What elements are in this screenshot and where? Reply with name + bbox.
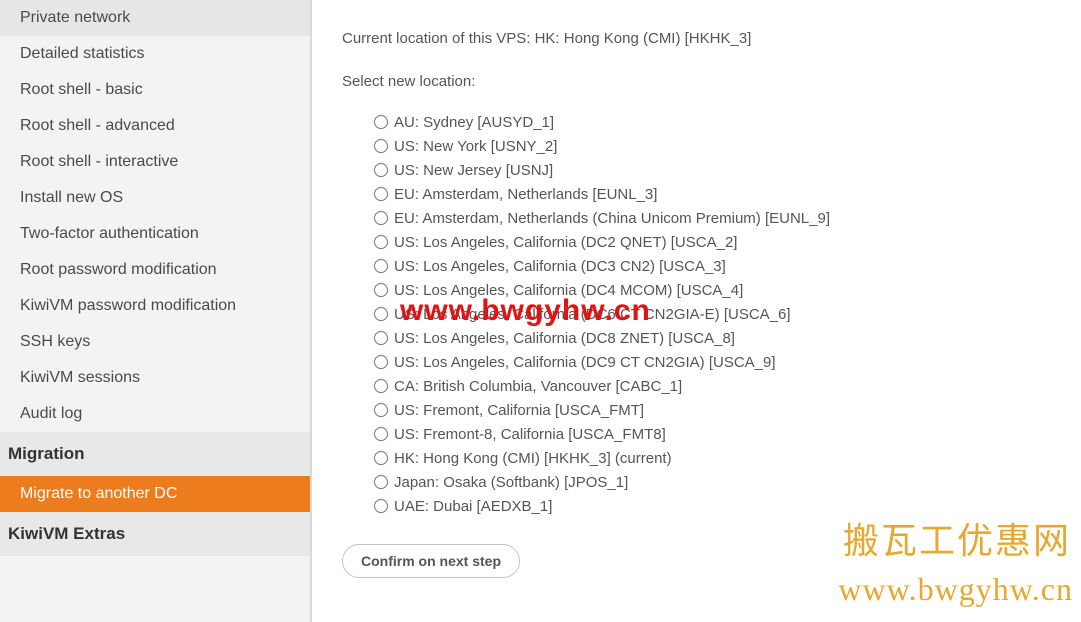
location-label: EU: Amsterdam, Netherlands (China Unicom… xyxy=(394,210,830,227)
location-radio[interactable] xyxy=(374,403,388,417)
location-option[interactable]: US: Los Angeles, California (DC6 CT CN2G… xyxy=(374,302,1071,326)
location-label: AU: Sydney [AUSYD_1] xyxy=(394,114,554,131)
location-radio[interactable] xyxy=(374,475,388,489)
sidebar-item[interactable]: Root password modification xyxy=(0,252,310,288)
location-label: US: Los Angeles, California (DC8 ZNET) [… xyxy=(394,330,735,347)
sidebar-item[interactable]: Detailed statistics xyxy=(0,36,310,72)
main-panel: Current location of this VPS: HK: Hong K… xyxy=(312,0,1081,622)
location-label: US: New York [USNY_2] xyxy=(394,138,557,155)
location-option[interactable]: HK: Hong Kong (CMI) [HKHK_3] (current) xyxy=(374,446,1071,470)
location-radio[interactable] xyxy=(374,427,388,441)
current-location-text: Current location of this VPS: HK: Hong K… xyxy=(342,30,1071,47)
location-option-list: AU: Sydney [AUSYD_1] US: New York [USNY_2… xyxy=(374,110,1071,518)
sidebar-section-extras: KiwiVM Extras xyxy=(0,512,310,556)
location-radio[interactable] xyxy=(374,235,388,249)
location-option[interactable]: US: New Jersey [USNJ] xyxy=(374,158,1071,182)
location-label: US: Los Angeles, California (DC9 CT CN2G… xyxy=(394,354,776,371)
location-label: US: Fremont, California [USCA_FMT] xyxy=(394,402,644,419)
location-label: UAE: Dubai [AEDXB_1] xyxy=(394,498,552,515)
location-radio[interactable] xyxy=(374,499,388,513)
sidebar-item-migrate[interactable]: Migrate to another DC xyxy=(0,476,310,512)
location-radio[interactable] xyxy=(374,307,388,321)
location-label: HK: Hong Kong (CMI) [HKHK_3] (current) xyxy=(394,450,672,467)
sidebar-section-migration: Migration xyxy=(0,432,310,476)
sidebar-item[interactable]: Private network xyxy=(0,0,310,36)
location-label: US: New Jersey [USNJ] xyxy=(394,162,553,179)
location-option[interactable]: US: Los Angeles, California (DC2 QNET) [… xyxy=(374,230,1071,254)
sidebar-item[interactable]: Root shell - basic xyxy=(0,72,310,108)
location-label: US: Los Angeles, California (DC3 CN2) [U… xyxy=(394,258,726,275)
location-option[interactable]: US: Los Angeles, California (DC3 CN2) [U… xyxy=(374,254,1071,278)
location-label: US: Los Angeles, California (DC6 CT CN2G… xyxy=(394,306,791,323)
location-option[interactable]: EU: Amsterdam, Netherlands (China Unicom… xyxy=(374,206,1071,230)
location-radio[interactable] xyxy=(374,115,388,129)
location-radio[interactable] xyxy=(374,355,388,369)
location-option[interactable]: US: Los Angeles, California (DC8 ZNET) [… xyxy=(374,326,1071,350)
sidebar: Private networkDetailed statisticsRoot s… xyxy=(0,0,312,622)
location-radio[interactable] xyxy=(374,187,388,201)
location-label: Japan: Osaka (Softbank) [JPOS_1] xyxy=(394,474,628,491)
location-radio[interactable] xyxy=(374,211,388,225)
location-option[interactable]: US: Los Angeles, California (DC9 CT CN2G… xyxy=(374,350,1071,374)
location-radio[interactable] xyxy=(374,139,388,153)
location-radio[interactable] xyxy=(374,451,388,465)
location-label: EU: Amsterdam, Netherlands [EUNL_3] xyxy=(394,186,657,203)
app-layout: Private networkDetailed statisticsRoot s… xyxy=(0,0,1081,622)
sidebar-item[interactable]: Two-factor authentication xyxy=(0,216,310,252)
location-radio[interactable] xyxy=(374,283,388,297)
location-option[interactable]: US: Los Angeles, California (DC4 MCOM) [… xyxy=(374,278,1071,302)
location-radio[interactable] xyxy=(374,163,388,177)
sidebar-item[interactable]: KiwiVM sessions xyxy=(0,360,310,396)
location-option[interactable]: Japan: Osaka (Softbank) [JPOS_1] xyxy=(374,470,1071,494)
location-option[interactable]: AU: Sydney [AUSYD_1] xyxy=(374,110,1071,134)
location-option[interactable]: UAE: Dubai [AEDXB_1] xyxy=(374,494,1071,518)
location-option[interactable]: US: Fremont-8, California [USCA_FMT8] xyxy=(374,422,1071,446)
location-option[interactable]: EU: Amsterdam, Netherlands [EUNL_3] xyxy=(374,182,1071,206)
location-option[interactable]: US: Fremont, California [USCA_FMT] xyxy=(374,398,1071,422)
location-radio[interactable] xyxy=(374,331,388,345)
location-radio[interactable] xyxy=(374,379,388,393)
location-label: US: Fremont-8, California [USCA_FMT8] xyxy=(394,426,666,443)
sidebar-item[interactable]: Root shell - advanced xyxy=(0,108,310,144)
sidebar-item[interactable]: Audit log xyxy=(0,396,310,432)
location-label: US: Los Angeles, California (DC4 MCOM) [… xyxy=(394,282,743,299)
location-label: CA: British Columbia, Vancouver [CABC_1] xyxy=(394,378,682,395)
location-radio[interactable] xyxy=(374,259,388,273)
location-option[interactable]: CA: British Columbia, Vancouver [CABC_1] xyxy=(374,374,1071,398)
sidebar-item[interactable]: Install new OS xyxy=(0,180,310,216)
sidebar-item[interactable]: Root shell - interactive xyxy=(0,144,310,180)
sidebar-item[interactable]: KiwiVM password modification xyxy=(0,288,310,324)
select-location-label: Select new location: xyxy=(342,73,1071,90)
location-label: US: Los Angeles, California (DC2 QNET) [… xyxy=(394,234,737,251)
sidebar-item[interactable]: SSH keys xyxy=(0,324,310,360)
location-option[interactable]: US: New York [USNY_2] xyxy=(374,134,1071,158)
confirm-button[interactable]: Confirm on next step xyxy=(342,544,520,578)
